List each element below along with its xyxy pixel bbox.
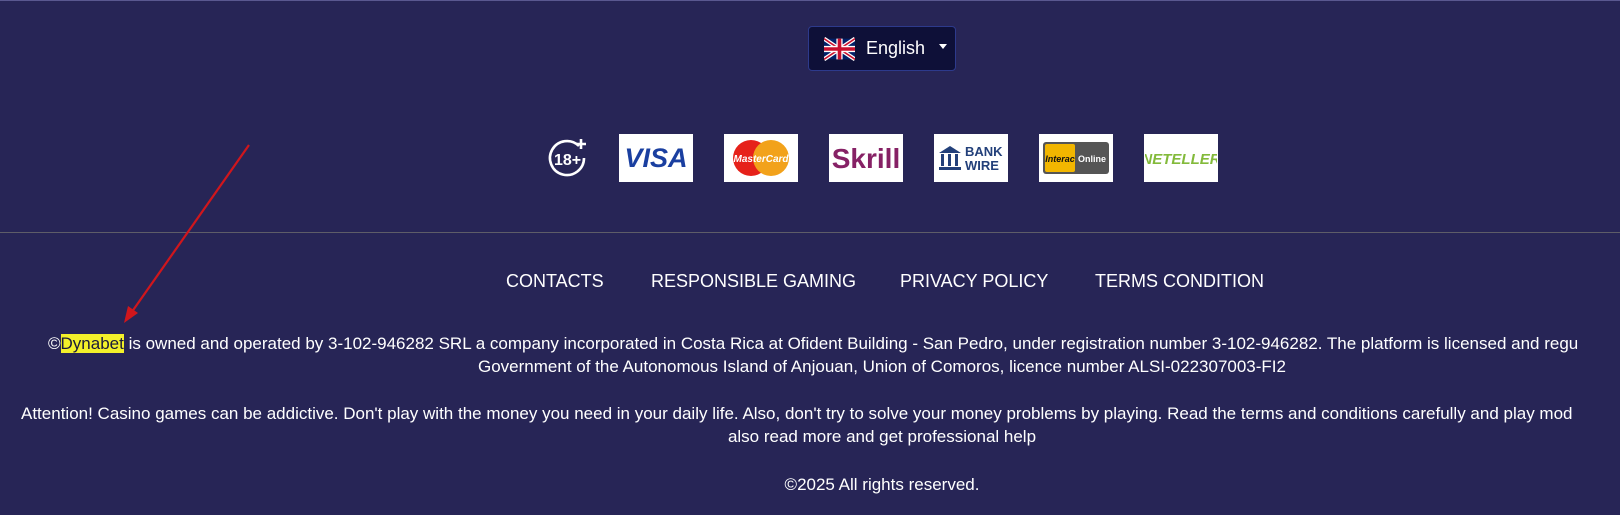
annotation-arrow-icon bbox=[124, 144, 250, 323]
